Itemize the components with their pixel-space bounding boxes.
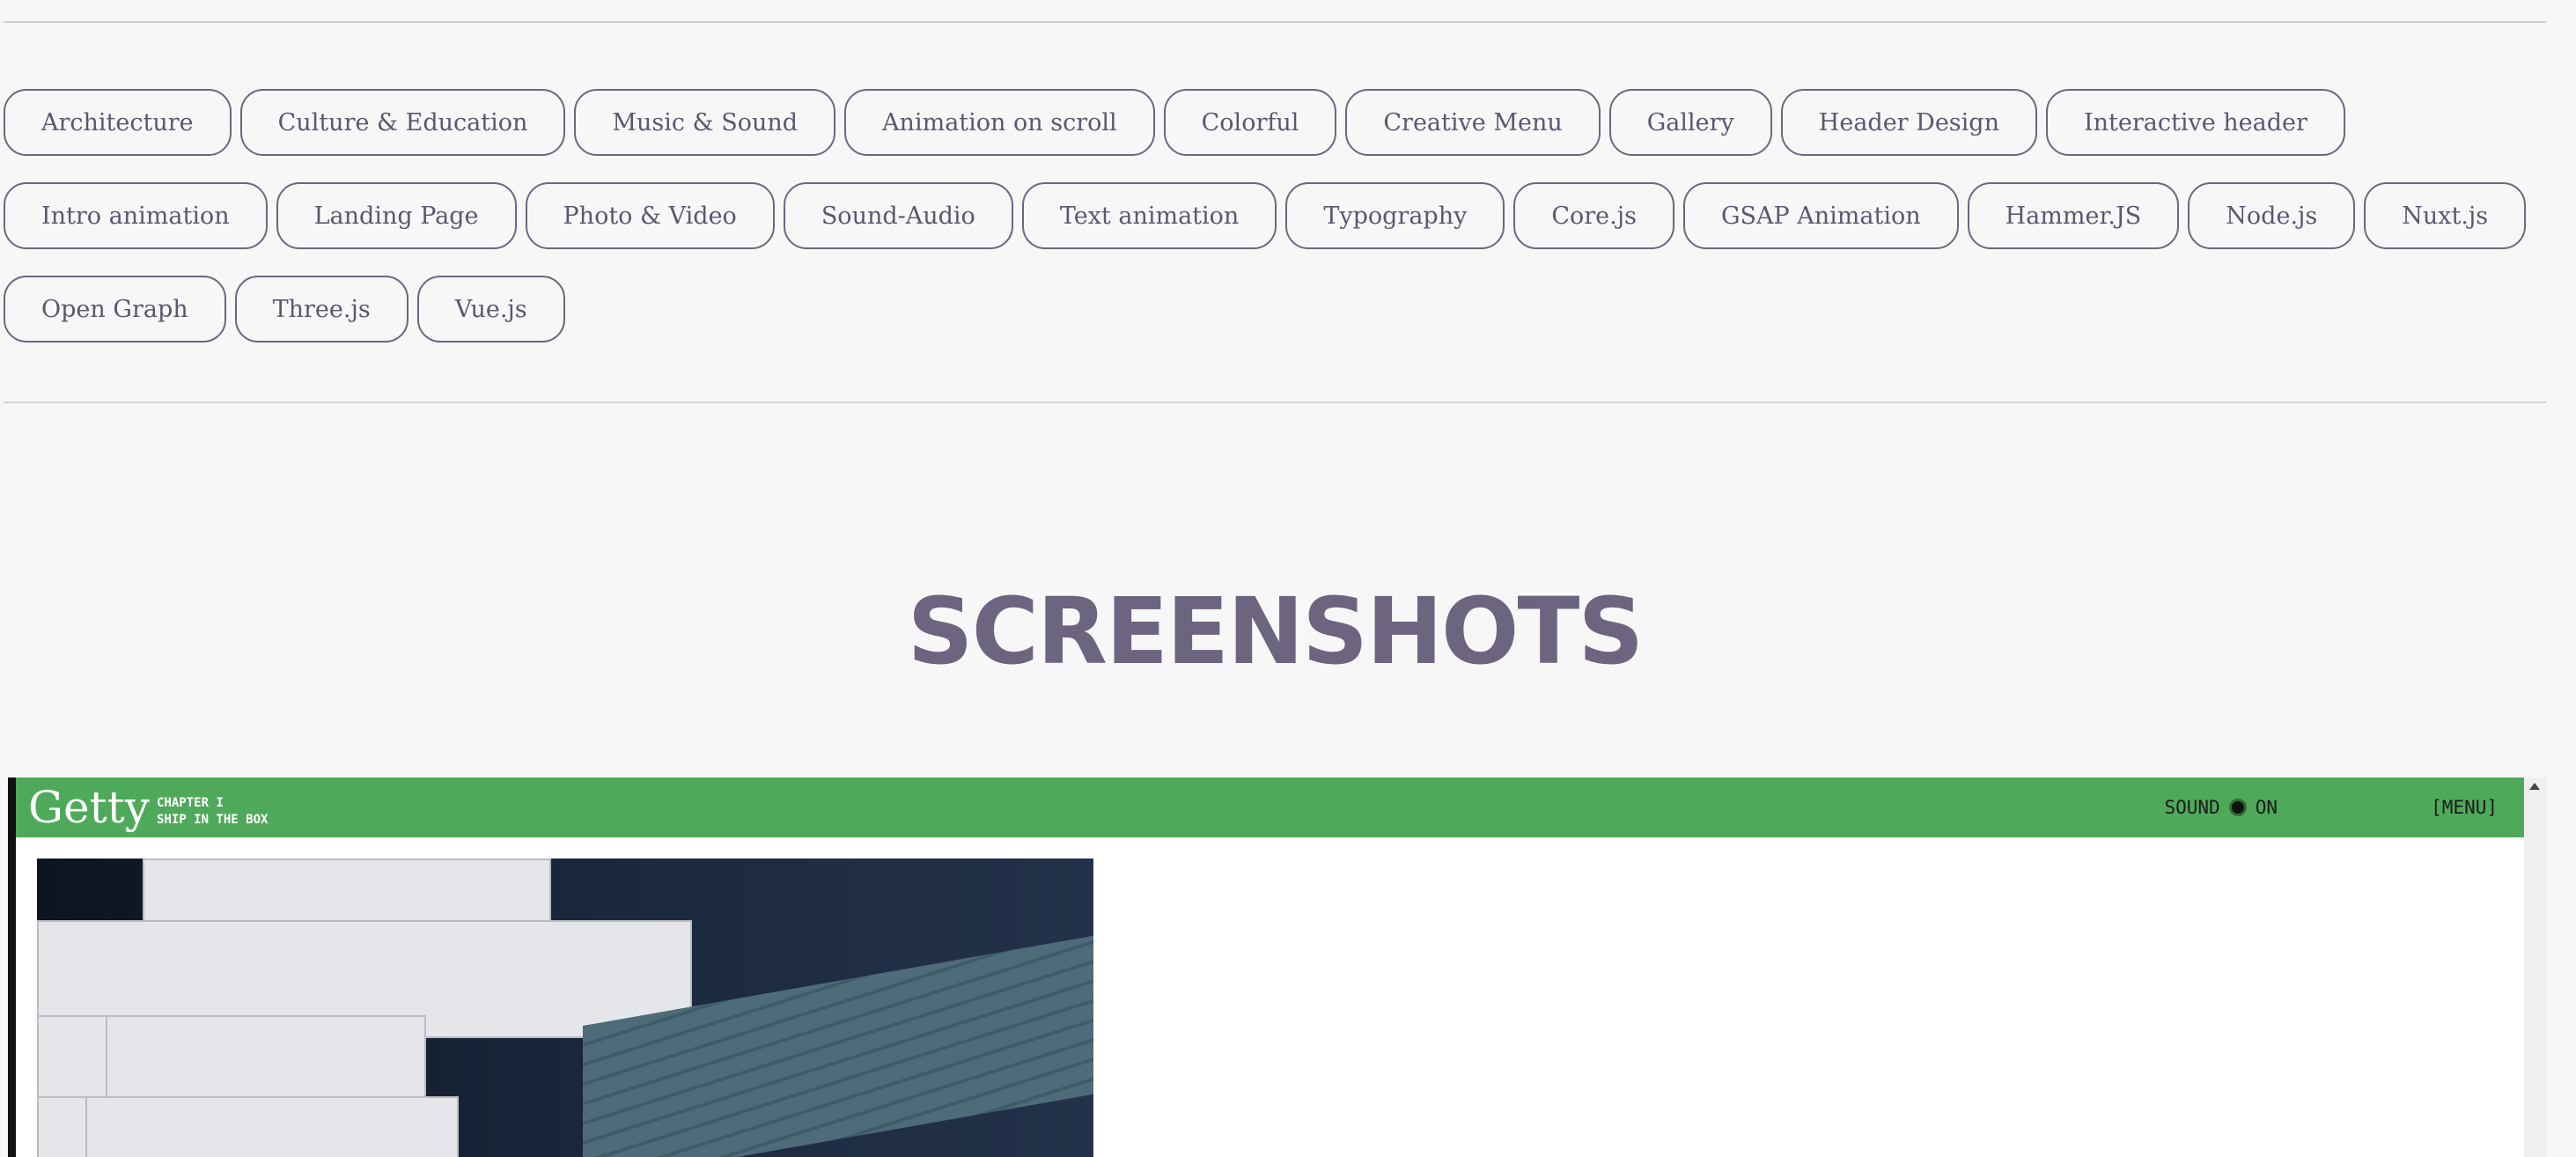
scroll-up-arrow-icon[interactable] [2529, 783, 2540, 790]
photo-box-shape [85, 1096, 459, 1157]
tag-button[interactable]: Typography [1285, 182, 1505, 249]
tag-button[interactable]: Architecture [4, 89, 232, 156]
tag-button[interactable]: Text animation [1021, 182, 1277, 249]
screenshot-sound-toggle: SOUND ON [2164, 797, 2278, 818]
tag-button[interactable]: Three.js [234, 276, 408, 343]
screenshot-header-bar: Getty CHAPTER I SHIP IN THE BOX SOUND ON… [16, 777, 2524, 837]
tag-button[interactable]: Core.js [1513, 182, 1674, 249]
chapter-line-1: CHAPTER I [157, 796, 224, 810]
tag-button[interactable]: Colorful [1163, 89, 1337, 156]
tag-button[interactable]: Culture & Education [239, 89, 566, 156]
tag-button[interactable]: Animation on scroll [844, 89, 1155, 156]
section-heading: SCREENSHOTS [907, 578, 1645, 685]
tag-button[interactable]: Node.js [2188, 182, 2356, 249]
screenshot-chapter-label: CHAPTER I SHIP IN THE BOX [157, 795, 268, 829]
website-screenshot: Getty CHAPTER I SHIP IN THE BOX SOUND ON… [8, 777, 2524, 1157]
tag-button[interactable]: Sound-Audio [783, 182, 1013, 249]
screenshot-photo [37, 859, 1093, 1157]
sound-toggle-dot-icon [2228, 799, 2247, 816]
chapter-line-2: SHIP IN THE BOX [157, 813, 269, 827]
tag-button[interactable]: Open Graph [4, 276, 226, 343]
tag-button[interactable]: Photo & Video [525, 182, 775, 249]
screenshot-scrollbar[interactable] [2524, 777, 2547, 1157]
photo-box-shape [106, 1015, 426, 1107]
sound-state: ON [2255, 797, 2278, 818]
tag-button[interactable]: Header Design [1780, 89, 2037, 156]
tag-button[interactable]: Music & Sound [574, 89, 836, 156]
tag-button[interactable]: Vue.js [416, 276, 565, 343]
sound-label: SOUND [2164, 797, 2220, 818]
tag-button[interactable]: GSAP Animation [1682, 182, 1959, 249]
tag-button[interactable]: Landing Page [276, 182, 517, 249]
tag-button[interactable]: Creative Menu [1345, 89, 1601, 156]
top-divider [4, 21, 2546, 23]
tag-button[interactable]: Hammer.JS [1967, 182, 2180, 249]
tag-button[interactable]: Intro animation [4, 182, 268, 249]
tag-button[interactable]: Interactive header [2045, 89, 2345, 156]
bottom-divider [4, 402, 2546, 403]
screenshot-brand-logo: Getty [28, 782, 150, 833]
tag-list: Architecture Culture & Education Music & S… [4, 89, 2557, 343]
tag-button[interactable]: Gallery [1608, 89, 1772, 156]
photo-box-shape [37, 1015, 111, 1107]
screenshot-menu-label: [MENU] [2431, 797, 2498, 818]
tag-button[interactable]: Nuxt.js [2364, 182, 2527, 249]
